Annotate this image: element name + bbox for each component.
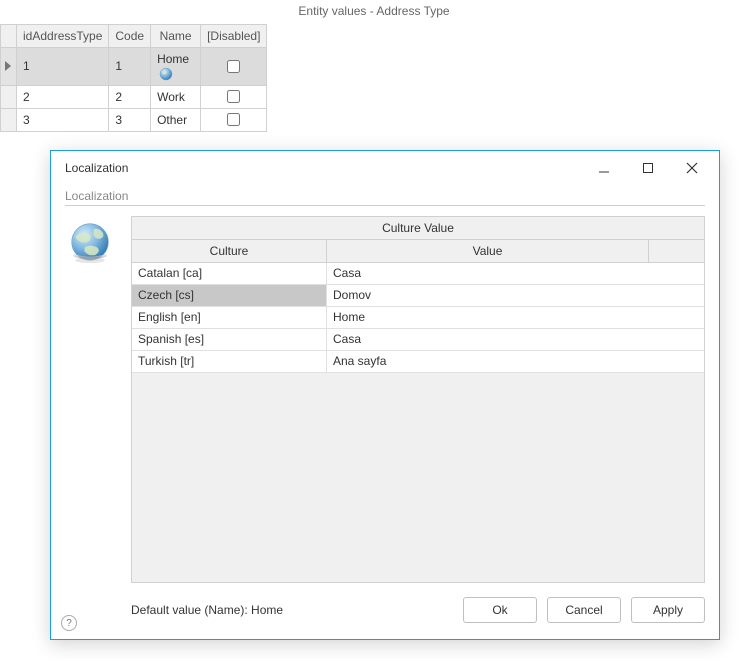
value-cell[interactable]: Domov	[327, 285, 704, 306]
culture-cell[interactable]: Turkish [tr]	[132, 351, 327, 372]
cell-code[interactable]: 2	[109, 85, 151, 108]
culture-grid-title: Culture Value	[132, 217, 704, 240]
cell-name[interactable]: Work	[151, 85, 201, 108]
minimize-button[interactable]	[587, 157, 621, 179]
cell-disabled[interactable]	[201, 85, 267, 108]
help-icon[interactable]: ?	[61, 615, 77, 631]
table-row[interactable]: 22Work	[1, 85, 267, 108]
culture-cell[interactable]: Czech [cs]	[132, 285, 327, 306]
value-cell[interactable]: Ana sayfa	[327, 351, 704, 372]
value-cell[interactable]: Casa	[327, 329, 704, 350]
maximize-button[interactable]	[631, 157, 665, 179]
culture-row[interactable]: Czech [cs]Domov	[132, 285, 704, 307]
culture-row[interactable]: Catalan [ca]Casa	[132, 263, 704, 285]
globe-icon	[68, 220, 112, 264]
cell-name[interactable]: Other	[151, 108, 201, 131]
col-header-code[interactable]: Code	[109, 25, 151, 48]
culture-cell[interactable]: Catalan [ca]	[132, 263, 327, 284]
col-header-spacer	[648, 240, 704, 262]
globe-icon[interactable]	[159, 67, 173, 81]
cell-disabled[interactable]	[201, 108, 267, 131]
entity-values-grid[interactable]: idAddressType Code Name [Disabled] 11Hom…	[0, 24, 267, 132]
row-indicator[interactable]	[1, 48, 17, 86]
col-header-disabled[interactable]: [Disabled]	[201, 25, 267, 48]
cell-id[interactable]: 3	[17, 108, 109, 131]
value-cell[interactable]: Casa	[327, 263, 704, 284]
parent-window-title: Entity values - Address Type	[0, 0, 748, 22]
default-value-label: Default value (Name): Home	[131, 603, 453, 617]
dialog-title: Localization	[65, 161, 587, 175]
culture-row[interactable]: Turkish [tr]Ana sayfa	[132, 351, 704, 373]
cell-code[interactable]: 1	[109, 48, 151, 86]
cell-code[interactable]: 3	[109, 108, 151, 131]
dialog-titlebar[interactable]: Localization	[51, 151, 719, 185]
col-header-name[interactable]: Name	[151, 25, 201, 48]
apply-button[interactable]: Apply	[631, 597, 705, 623]
row-indicator-header	[1, 25, 17, 48]
row-indicator[interactable]	[1, 108, 17, 131]
col-header-id[interactable]: idAddressType	[17, 25, 109, 48]
close-button[interactable]	[675, 157, 709, 179]
disabled-checkbox[interactable]	[227, 113, 240, 126]
col-header-culture[interactable]: Culture	[132, 240, 327, 262]
cell-disabled[interactable]	[201, 48, 267, 86]
value-cell[interactable]: Home	[327, 307, 704, 328]
table-row[interactable]: 33Other	[1, 108, 267, 131]
row-indicator[interactable]	[1, 85, 17, 108]
culture-row[interactable]: Spanish [es]Casa	[132, 329, 704, 351]
culture-row[interactable]: English [en]Home	[132, 307, 704, 329]
culture-cell[interactable]: English [en]	[132, 307, 327, 328]
cell-name[interactable]: Home	[151, 48, 201, 86]
localization-dialog: Localization Localization	[50, 150, 720, 640]
col-header-value[interactable]: Value	[327, 240, 648, 262]
culture-value-grid[interactable]: Culture Value Culture Value Catalan [ca]…	[131, 216, 705, 583]
disabled-checkbox[interactable]	[227, 90, 240, 103]
ok-button[interactable]: Ok	[463, 597, 537, 623]
cancel-button[interactable]: Cancel	[547, 597, 621, 623]
culture-cell[interactable]: Spanish [es]	[132, 329, 327, 350]
cell-id[interactable]: 1	[17, 48, 109, 86]
disabled-checkbox[interactable]	[227, 60, 240, 73]
cell-id[interactable]: 2	[17, 85, 109, 108]
section-label: Localization	[65, 185, 705, 206]
table-row[interactable]: 11Home	[1, 48, 267, 86]
